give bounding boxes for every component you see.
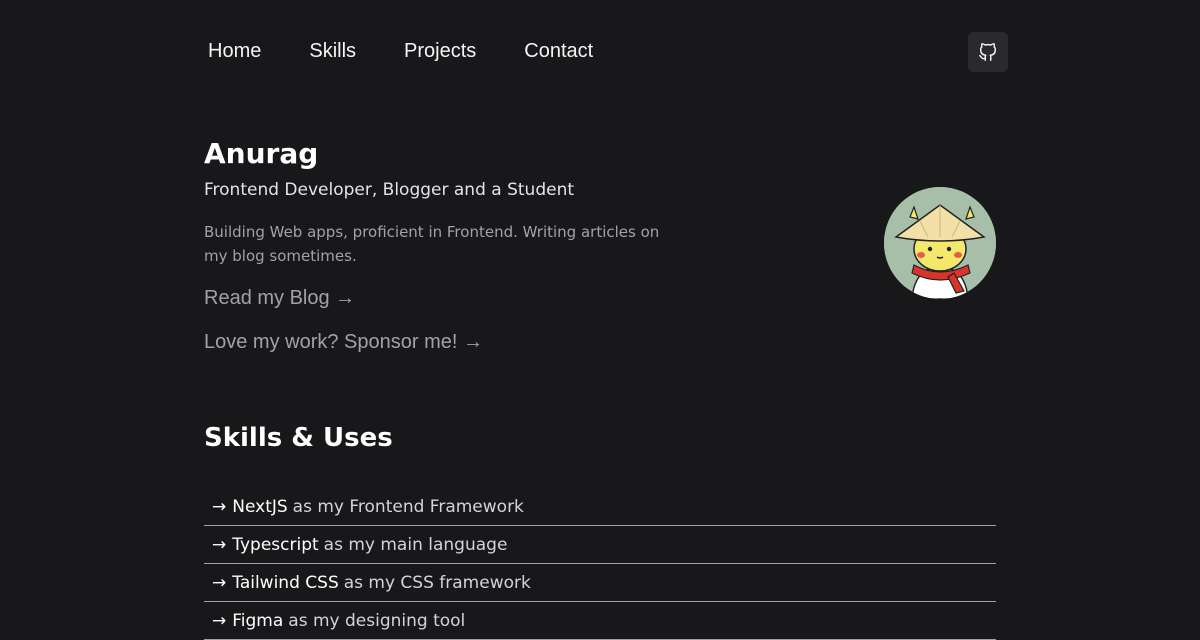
skill-tool: Typescript bbox=[232, 534, 319, 555]
avatar bbox=[884, 187, 996, 299]
skill-tool: Tailwind CSS bbox=[232, 572, 339, 593]
github-icon bbox=[979, 43, 997, 61]
skill-desc: as my main language bbox=[323, 534, 508, 555]
arrow-icon: → bbox=[212, 572, 227, 593]
skills-list: → NextJS as my Frontend Framework → Type… bbox=[204, 488, 996, 640]
skills-section-title: Skills & Uses bbox=[204, 423, 393, 453]
arrow-icon: → bbox=[212, 496, 227, 517]
github-button[interactable] bbox=[968, 32, 1008, 72]
profile-role: Frontend Developer, Blogger and a Studen… bbox=[204, 180, 575, 200]
skill-tool: NextJS bbox=[232, 496, 288, 517]
skill-desc: as my designing tool bbox=[288, 610, 466, 631]
main-nav: Home Skills Projects Contact bbox=[208, 36, 641, 66]
skill-tool: Figma bbox=[232, 610, 284, 631]
arrow-icon: → bbox=[212, 534, 227, 555]
avatar-character-illustration bbox=[884, 187, 996, 299]
profile-bio: Building Web apps, proficient in Fronten… bbox=[204, 223, 660, 265]
list-item: → Figma as my designing tool bbox=[204, 602, 996, 640]
nav-projects-link[interactable]: Projects bbox=[404, 36, 476, 66]
nav-contact-link[interactable]: Contact bbox=[524, 36, 593, 66]
read-blog-link[interactable]: Read my Blog → bbox=[204, 285, 355, 311]
arrow-icon: → bbox=[212, 610, 227, 631]
list-item: → Typescript as my main language bbox=[204, 526, 996, 564]
sponsor-link[interactable]: Love my work? Sponsor me! → bbox=[204, 329, 483, 355]
skill-desc: as my Frontend Framework bbox=[292, 496, 524, 517]
skill-desc: as my CSS framework bbox=[343, 572, 531, 593]
list-item: → NextJS as my Frontend Framework bbox=[204, 488, 996, 526]
profile-name: Anurag bbox=[204, 137, 319, 170]
nav-skills-link[interactable]: Skills bbox=[309, 36, 356, 66]
nav-home-link[interactable]: Home bbox=[208, 36, 261, 66]
list-item: → Tailwind CSS as my CSS framework bbox=[204, 564, 996, 602]
